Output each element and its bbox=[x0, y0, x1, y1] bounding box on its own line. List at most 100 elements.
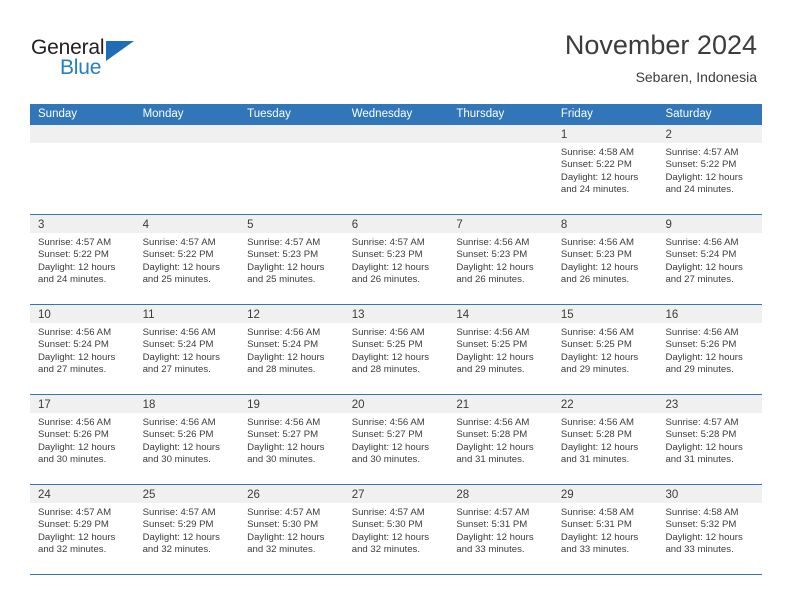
daylight-duration-line2: and 29 minutes. bbox=[665, 364, 734, 376]
calendar-day-cell[interactable]: 19 Sunrise: 4:56 AM Sunset: 5:27 PM Dayligh… bbox=[239, 395, 344, 484]
day-number-strip: 4 bbox=[134, 215, 240, 233]
calendar-day-cell[interactable]: 24 Sunrise: 4:57 AM Sunset: 5:29 PM Dayligh… bbox=[30, 485, 135, 574]
sunset-time: Sunset: 5:25 PM bbox=[351, 339, 423, 351]
day-details: Sunrise: 4:57 AM Sunset: 5:23 PM Daylight:… bbox=[239, 233, 344, 287]
day-details: Sunrise: 4:56 AM Sunset: 5:25 PM Daylight:… bbox=[553, 323, 658, 377]
day-number: 21 bbox=[456, 399, 470, 411]
calendar-day-cell[interactable]: 5 Sunrise: 4:57 AM Sunset: 5:23 PM Daylight… bbox=[239, 215, 344, 304]
day-number: 19 bbox=[247, 399, 260, 411]
sunset-time: Sunset: 5:31 PM bbox=[560, 519, 632, 531]
calendar-day-cell[interactable]: 18 Sunrise: 4:56 AM Sunset: 5:26 PM Dayligh… bbox=[134, 395, 240, 484]
day-number: 26 bbox=[247, 489, 260, 501]
daylight-duration-line1: Daylight: 12 hours bbox=[665, 531, 743, 543]
calendar-day-cell[interactable]: 28 Sunrise: 4:57 AM Sunset: 5:31 PM Dayligh… bbox=[448, 485, 553, 574]
day-number-strip: 25 bbox=[134, 485, 240, 503]
calendar-day-cell[interactable]: 11 Sunrise: 4:56 AM Sunset: 5:24 PM Dayligh… bbox=[134, 305, 240, 394]
day-number-strip: 11 bbox=[134, 305, 240, 323]
daylight-duration-line1: Daylight: 12 hours bbox=[247, 531, 325, 543]
daylight-duration-line1: Daylight: 12 hours bbox=[142, 351, 220, 363]
sunrise-time: Sunrise: 4:56 AM bbox=[456, 237, 530, 248]
daylight-duration-line2: and 33 minutes. bbox=[456, 544, 525, 556]
daylight-duration-line1: Daylight: 12 hours bbox=[665, 351, 743, 363]
calendar-day-cell[interactable]: 4 Sunrise: 4:57 AM Sunset: 5:22 PM Daylight… bbox=[134, 215, 240, 304]
page-header: General Blue November 2024 Sebaren, Indo… bbox=[0, 0, 792, 104]
calendar-day-cell[interactable]: 1 Sunrise: 4:58 AM Sunset: 5:22 PM Daylight… bbox=[552, 125, 658, 214]
day-number-strip: 7 bbox=[448, 215, 553, 233]
calendar-day-cell[interactable]: 12 Sunrise: 4:56 AM Sunset: 5:24 PM Dayligh… bbox=[239, 305, 344, 394]
daylight-duration-line2: and 32 minutes. bbox=[247, 544, 316, 556]
calendar-day-cell[interactable]: 7 Sunrise: 4:56 AM Sunset: 5:23 PM Daylight… bbox=[448, 215, 553, 304]
sunset-time: Sunset: 5:22 PM bbox=[560, 159, 632, 171]
calendar-day-cell[interactable]: 26 Sunrise: 4:57 AM Sunset: 5:30 PM Dayligh… bbox=[239, 485, 344, 574]
day-details: Sunrise: 4:57 AM Sunset: 5:22 PM Daylight:… bbox=[30, 233, 135, 287]
general-blue-logo[interactable]: General Blue bbox=[31, 36, 151, 82]
calendar-day-cell[interactable]: 3 Sunrise: 4:57 AM Sunset: 5:22 PM Daylight… bbox=[30, 215, 135, 304]
day-details: Sunrise: 4:57 AM Sunset: 5:22 PM Daylight:… bbox=[657, 143, 762, 197]
day-number: 14 bbox=[456, 309, 470, 321]
calendar-day-cell[interactable]: 25 Sunrise: 4:57 AM Sunset: 5:29 PM Dayligh… bbox=[134, 485, 240, 574]
calendar-day-cell[interactable]: 10 Sunrise: 4:56 AM Sunset: 5:24 PM Dayligh… bbox=[30, 305, 135, 394]
sunset-time: Sunset: 5:31 PM bbox=[456, 519, 528, 531]
calendar-day-cell[interactable]: 17 Sunrise: 4:56 AM Sunset: 5:26 PM Dayligh… bbox=[30, 395, 135, 484]
daylight-duration-line1: Daylight: 12 hours bbox=[560, 531, 639, 543]
sunrise-time: Sunrise: 4:57 AM bbox=[351, 237, 425, 248]
calendar-day-cell[interactable]: 14 Sunrise: 4:56 AM Sunset: 5:25 PM Dayligh… bbox=[448, 305, 553, 394]
daylight-duration-line2: and 26 minutes. bbox=[351, 274, 421, 286]
weekday-header-saturday: Saturday bbox=[665, 108, 712, 120]
day-number-strip: 3 bbox=[30, 215, 135, 233]
day-number: 28 bbox=[456, 489, 470, 501]
daylight-duration-line1: Daylight: 12 hours bbox=[665, 171, 743, 183]
daylight-duration-line2: and 30 minutes. bbox=[351, 454, 421, 466]
daylight-duration-line2: and 25 minutes. bbox=[142, 274, 211, 286]
calendar-week-row: 17 Sunrise: 4:56 AM Sunset: 5:26 PM Dayligh… bbox=[30, 395, 763, 485]
calendar-day-cell[interactable]: 27 Sunrise: 4:57 AM Sunset: 5:30 PM Dayligh… bbox=[343, 485, 449, 574]
daylight-duration-line1: Daylight: 12 hours bbox=[351, 441, 430, 453]
day-number: 23 bbox=[665, 399, 679, 411]
daylight-duration-line1: Daylight: 12 hours bbox=[560, 441, 639, 453]
calendar-day-cell[interactable]: 29 Sunrise: 4:58 AM Sunset: 5:31 PM Dayligh… bbox=[552, 485, 658, 574]
day-number: 15 bbox=[560, 309, 574, 321]
sunrise-time: Sunrise: 4:56 AM bbox=[38, 417, 112, 428]
day-details: Sunrise: 4:56 AM Sunset: 5:24 PM Daylight:… bbox=[135, 323, 240, 377]
calendar-day-cell[interactable]: 22 Sunrise: 4:56 AM Sunset: 5:28 PM Dayligh… bbox=[552, 395, 658, 484]
daylight-duration-line1: Daylight: 12 hours bbox=[351, 351, 430, 363]
sunrise-time: Sunrise: 4:56 AM bbox=[142, 417, 216, 428]
day-details bbox=[344, 143, 449, 147]
calendar-day-cell[interactable]: 6 Sunrise: 4:57 AM Sunset: 5:23 PM Daylight… bbox=[343, 215, 449, 304]
sunset-time: Sunset: 5:26 PM bbox=[665, 339, 737, 351]
calendar-day-cell[interactable]: 23 Sunrise: 4:57 AM Sunset: 5:28 PM Dayligh… bbox=[657, 395, 763, 484]
calendar-day-cell[interactable]: 8 Sunrise: 4:56 AM Sunset: 5:23 PM Daylight… bbox=[552, 215, 658, 304]
day-number: 6 bbox=[351, 219, 359, 231]
day-number: 22 bbox=[560, 399, 574, 411]
day-number: 1 bbox=[560, 129, 568, 141]
daylight-duration-line2: and 33 minutes. bbox=[665, 544, 734, 556]
daylight-duration-line2: and 24 minutes. bbox=[560, 184, 630, 196]
calendar-day-cell[interactable]: 13 Sunrise: 4:56 AM Sunset: 5:25 PM Dayligh… bbox=[343, 305, 449, 394]
sunrise-time: Sunrise: 4:58 AM bbox=[560, 147, 634, 158]
daylight-duration-line1: Daylight: 12 hours bbox=[456, 441, 534, 453]
sunset-time: Sunset: 5:22 PM bbox=[38, 249, 109, 261]
sunrise-time: Sunrise: 4:57 AM bbox=[351, 507, 425, 518]
calendar-page: General Blue November 2024 Sebaren, Indo… bbox=[0, 0, 792, 612]
day-number: 30 bbox=[665, 489, 679, 501]
calendar-day-cell[interactable]: 2 Sunrise: 4:57 AM Sunset: 5:22 PM Daylight… bbox=[657, 125, 763, 214]
day-details: Sunrise: 4:57 AM Sunset: 5:29 PM Daylight:… bbox=[135, 503, 240, 557]
calendar-day-cell[interactable]: 30 Sunrise: 4:58 AM Sunset: 5:32 PM Dayligh… bbox=[657, 485, 763, 574]
sunset-time: Sunset: 5:23 PM bbox=[247, 249, 319, 261]
calendar-day-cell[interactable]: 16 Sunrise: 4:56 AM Sunset: 5:26 PM Dayligh… bbox=[657, 305, 763, 394]
calendar-day-cell[interactable]: 21 Sunrise: 4:56 AM Sunset: 5:28 PM Dayligh… bbox=[448, 395, 553, 484]
logo-text-blue: Blue bbox=[60, 56, 102, 79]
day-number-strip: 29 bbox=[552, 485, 658, 503]
daylight-duration-line2: and 30 minutes. bbox=[142, 454, 211, 466]
day-details: Sunrise: 4:57 AM Sunset: 5:30 PM Daylight:… bbox=[344, 503, 449, 557]
calendar-day-cell[interactable]: 20 Sunrise: 4:56 AM Sunset: 5:27 PM Dayligh… bbox=[343, 395, 449, 484]
calendar-day-cell[interactable]: 9 Sunrise: 4:56 AM Sunset: 5:24 PM Daylight… bbox=[657, 215, 763, 304]
calendar-day-cell[interactable]: 15 Sunrise: 4:56 AM Sunset: 5:25 PM Dayligh… bbox=[552, 305, 658, 394]
title-block: November 2024 Sebaren, Indonesia bbox=[565, 28, 757, 87]
calendar-weeks: 1 Sunrise: 4:58 AM Sunset: 5:22 PM Daylight… bbox=[30, 125, 763, 575]
day-details: Sunrise: 4:57 AM Sunset: 5:31 PM Daylight:… bbox=[448, 503, 553, 557]
day-details: Sunrise: 4:56 AM Sunset: 5:23 PM Daylight:… bbox=[553, 233, 658, 287]
weekday-header-thursday: Thursday bbox=[456, 108, 505, 120]
sunset-time: Sunset: 5:27 PM bbox=[247, 429, 319, 441]
daylight-duration-line2: and 29 minutes. bbox=[560, 364, 630, 376]
